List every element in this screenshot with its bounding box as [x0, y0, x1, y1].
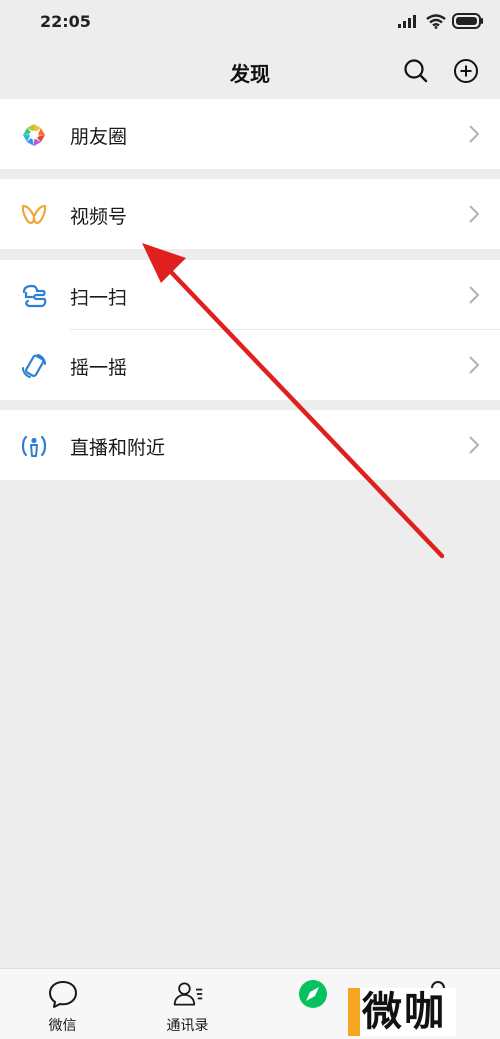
watermark-logo: 微咖: [348, 988, 456, 1036]
menu-group-channels: 视频号: [0, 179, 500, 249]
channels-butterfly-icon: [20, 201, 48, 229]
status-time: 22:05: [40, 12, 91, 31]
chat-bubble-icon: [47, 979, 79, 1009]
menu-item-moments[interactable]: 朋友圈: [0, 99, 500, 169]
shake-icon: [20, 352, 48, 380]
menu-item-scan[interactable]: 扫一扫: [0, 260, 500, 330]
menu-group-moments: 朋友圈: [0, 99, 500, 169]
search-icon: [404, 59, 428, 83]
moments-aperture-icon: [20, 121, 48, 149]
watermark-bar: [348, 988, 360, 1036]
menu-group-live-nearby: 直播和附近: [0, 410, 500, 480]
contacts-icon: [172, 979, 204, 1009]
status-bar: 22:05: [0, 0, 500, 44]
signal-icon: [398, 15, 416, 28]
chevron-right-icon: [469, 286, 480, 304]
menu-item-label: 扫一扫: [70, 287, 128, 309]
menu-item-shake[interactable]: 摇一摇: [0, 330, 500, 400]
add-button[interactable]: [451, 56, 481, 86]
live-nearby-icon: [20, 432, 48, 460]
chevron-right-icon: [469, 356, 480, 374]
menu-item-channels[interactable]: 视频号: [0, 179, 500, 249]
scan-icon: [20, 282, 48, 310]
chevron-right-icon: [469, 436, 480, 454]
chevron-right-icon: [469, 125, 480, 143]
search-button[interactable]: [401, 56, 431, 86]
tab-label: 通讯录: [166, 1018, 209, 1034]
chevron-right-icon: [469, 205, 480, 223]
watermark-text: 微咖: [362, 989, 446, 1035]
battery-icon: [452, 13, 483, 29]
status-icons: [398, 10, 484, 32]
compass-icon: [297, 979, 329, 1009]
menu-item-label: 朋友圈: [70, 126, 128, 148]
tab-contacts[interactable]: 通讯录: [125, 969, 250, 1039]
menu-item-label: 摇一摇: [70, 357, 128, 379]
tab-label: 微信: [48, 1018, 77, 1034]
menu-item-label: 直播和附近: [70, 437, 166, 459]
menu-item-live-nearby[interactable]: 直播和附近: [0, 410, 500, 480]
menu-group-scan-shake: 扫一扫 摇一摇: [0, 260, 500, 400]
wifi-icon: [426, 13, 446, 29]
menu-item-label: 视频号: [70, 206, 128, 228]
tab-chats[interactable]: 微信: [0, 969, 125, 1039]
plus-circle-icon: [454, 59, 478, 83]
header: 发现: [0, 44, 500, 98]
